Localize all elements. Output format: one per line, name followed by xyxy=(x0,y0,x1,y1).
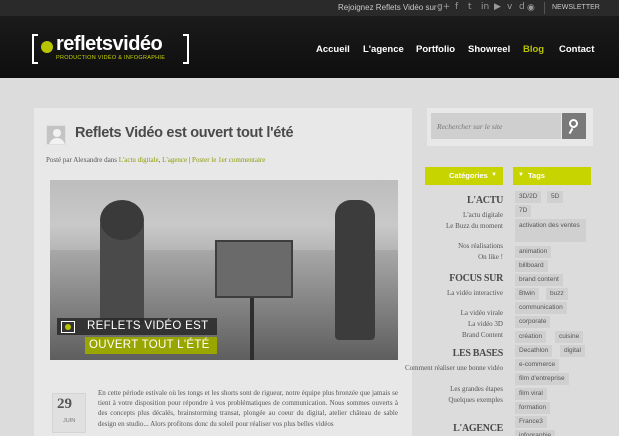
avatar-head xyxy=(53,129,61,137)
tag-item[interactable]: 3D/2D xyxy=(515,191,542,203)
meta-category-agence[interactable]: L'agence xyxy=(162,156,187,164)
search-button[interactable] xyxy=(562,113,586,139)
post-title[interactable]: Reflets Vidéo est ouvert tout l'été xyxy=(75,125,294,141)
vimeo-icon[interactable]: v xyxy=(507,2,512,12)
caption-dot-icon xyxy=(65,324,71,330)
tag-item[interactable]: film d'entreprise xyxy=(515,373,569,385)
nav-accueil[interactable]: Accueil xyxy=(316,44,350,55)
tag-item[interactable]: cuisine xyxy=(555,331,584,343)
category-item[interactable]: On like ! xyxy=(478,253,503,261)
tag-item[interactable]: buzz xyxy=(546,288,568,300)
meta-comment-link[interactable]: Poster le 1er commentaire xyxy=(192,156,265,164)
post-meta: Posté par Alexandre dans L'actu digitale… xyxy=(46,156,266,164)
dailymotion-icon[interactable]: d xyxy=(519,2,525,12)
category-item[interactable]: Nos réalisations xyxy=(458,242,503,250)
category-item[interactable]: Comment réaliser une bonne vidéo xyxy=(405,364,503,372)
search-icon xyxy=(569,119,578,128)
tag-item[interactable]: e-commerce xyxy=(515,359,560,371)
categories-header[interactable]: Catégories ▼ xyxy=(425,167,503,185)
logo[interactable]: refletsvidéo PRODUCTION VIDÉO & INFOGRAP… xyxy=(32,33,189,64)
caption-text-1: REFLETS VIDÉO EST xyxy=(87,320,209,332)
tag-item[interactable]: création xyxy=(515,331,547,343)
tag-item[interactable]: Decathlon xyxy=(515,345,553,357)
category-item[interactable]: Brand Content xyxy=(462,331,503,339)
photo-tripod xyxy=(250,298,254,360)
tags-title: Tags xyxy=(528,171,545,180)
image-caption-line2: OUVERT TOUT L'ÉTÉ xyxy=(85,337,217,354)
nav-contact[interactable]: Contact xyxy=(559,44,594,55)
caption-text-2: OUVERT TOUT L'ÉTÉ xyxy=(89,339,210,351)
tag-item[interactable]: brand content xyxy=(515,274,563,286)
category-item[interactable]: L'actu digitale xyxy=(463,211,503,219)
tag-item[interactable]: Btwin xyxy=(515,288,539,300)
nav-portfolio[interactable]: Portfolio xyxy=(416,44,455,55)
post-excerpt: En cette période estivale où les tongs e… xyxy=(98,389,398,428)
logo-name: refletsvidéo xyxy=(56,33,163,55)
category-group-actu[interactable]: L'ACTU xyxy=(467,195,503,206)
newsletter-link[interactable]: NEWSLETTER xyxy=(552,4,600,11)
tag-item[interactable]: communication xyxy=(515,302,567,314)
author-avatar xyxy=(46,125,66,145)
search-icon-handle xyxy=(568,127,574,135)
tag-item[interactable]: France3 xyxy=(515,416,547,428)
facebook-icon[interactable]: f xyxy=(455,2,458,12)
avatar-body xyxy=(49,138,65,144)
nav-showreel[interactable]: Showreel xyxy=(468,44,510,55)
tag-item[interactable]: activation des ventes xyxy=(515,219,586,242)
rss-icon[interactable]: ◉ xyxy=(527,2,535,13)
date-month: JUIN xyxy=(63,418,76,424)
nav-blog[interactable]: Blog xyxy=(523,44,544,55)
image-caption-line1: REFLETS VIDÉO EST xyxy=(57,318,217,335)
tag-item[interactable]: film viral xyxy=(515,388,547,400)
tag-item[interactable]: animation xyxy=(515,246,552,258)
tag-item[interactable]: corporate xyxy=(515,316,551,328)
tags-header[interactable]: ▼ Tags xyxy=(513,167,591,185)
tag-item[interactable]: 5D xyxy=(547,191,564,203)
tag-item[interactable]: infographie xyxy=(515,430,556,436)
category-item[interactable]: La vidéo virale xyxy=(461,309,503,317)
logo-dot xyxy=(41,41,53,53)
search-input[interactable] xyxy=(431,113,561,139)
chevron-down-icon: ▼ xyxy=(518,172,524,178)
category-group-bases[interactable]: LES BASES xyxy=(453,348,504,359)
logo-tagline: PRODUCTION VIDÉO & INFOGRAPHIE xyxy=(56,55,166,61)
twitter-icon[interactable]: t xyxy=(468,2,472,12)
date-day: 29 xyxy=(57,396,72,412)
nav-agence[interactable]: L'agence xyxy=(363,44,404,55)
join-us-label: Rejoignez Reflets Vidéo sur : xyxy=(338,3,442,12)
top-bar: Rejoignez Reflets Vidéo sur : g+ f t in … xyxy=(0,0,619,16)
category-item[interactable]: Quelques exemples xyxy=(448,396,503,404)
logo-bracket-right xyxy=(183,34,189,64)
divider xyxy=(544,2,545,14)
photo-diver-helmet xyxy=(100,200,144,240)
tag-item[interactable]: digital xyxy=(560,345,585,357)
photo-man xyxy=(335,200,375,340)
google-plus-icon[interactable]: g+ xyxy=(437,2,450,12)
photo-camera-box xyxy=(215,240,293,298)
category-item[interactable]: Le Buzz du moment xyxy=(446,222,503,230)
category-item[interactable]: La vidéo 3D xyxy=(468,320,503,328)
category-item[interactable]: La vidéo interactive xyxy=(447,289,503,297)
category-group-focus[interactable]: FOCUS SUR xyxy=(449,273,503,284)
categories-title: Catégories xyxy=(449,171,488,180)
youtube-icon[interactable]: ▶ xyxy=(494,2,501,12)
tag-item[interactable]: billboard xyxy=(515,260,548,272)
tag-item[interactable]: 7D xyxy=(515,205,532,217)
meta-prefix: Posté par Alexandre dans xyxy=(46,156,117,164)
meta-separator: | xyxy=(188,156,191,164)
category-item[interactable]: Les grandes étapes xyxy=(450,385,503,393)
meta-category-actu[interactable]: L'actu digitale xyxy=(119,156,159,164)
linkedin-icon[interactable]: in xyxy=(481,2,489,12)
tag-item[interactable]: formation xyxy=(515,402,551,414)
logo-bracket-left xyxy=(32,34,38,64)
chevron-down-icon: ▼ xyxy=(491,172,497,178)
category-group-agence[interactable]: L'AGENCE xyxy=(453,423,503,434)
